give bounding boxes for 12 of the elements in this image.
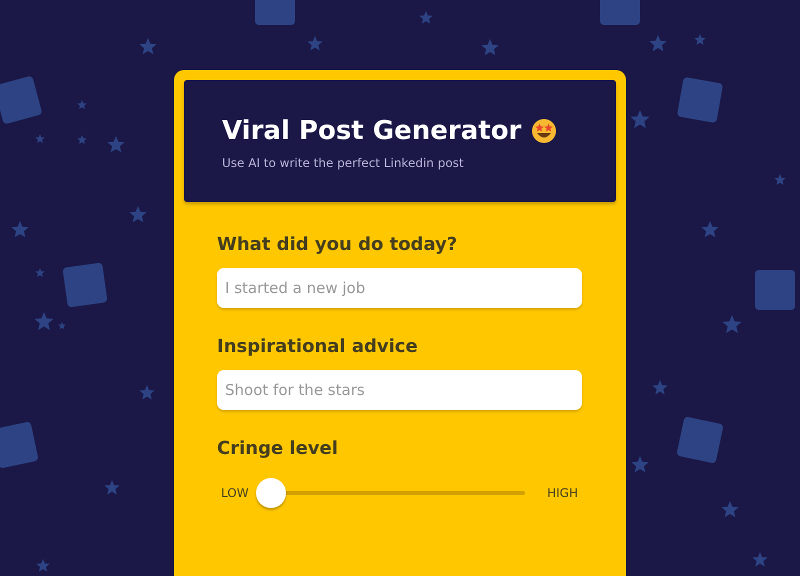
slider[interactable]: [256, 478, 526, 508]
min-label: LOW: [221, 486, 249, 500]
field-label: What did you do today?: [217, 233, 458, 257]
input-field[interactable]: Shoot for the stars: [217, 370, 582, 410]
max-label: HIGH: [547, 486, 578, 500]
subtitle: Use AI to write the perfect Linkedin post: [222, 156, 465, 170]
slider-thumb[interactable]: [256, 478, 286, 508]
field-label: Inspirational advice: [217, 335, 419, 359]
slider-label: Cringe level: [217, 437, 339, 461]
star-eyes-emoji-icon: [531, 118, 558, 144]
app-title: Viral Post Generator: [222, 115, 522, 148]
input-field[interactable]: I started a new job: [217, 268, 582, 308]
